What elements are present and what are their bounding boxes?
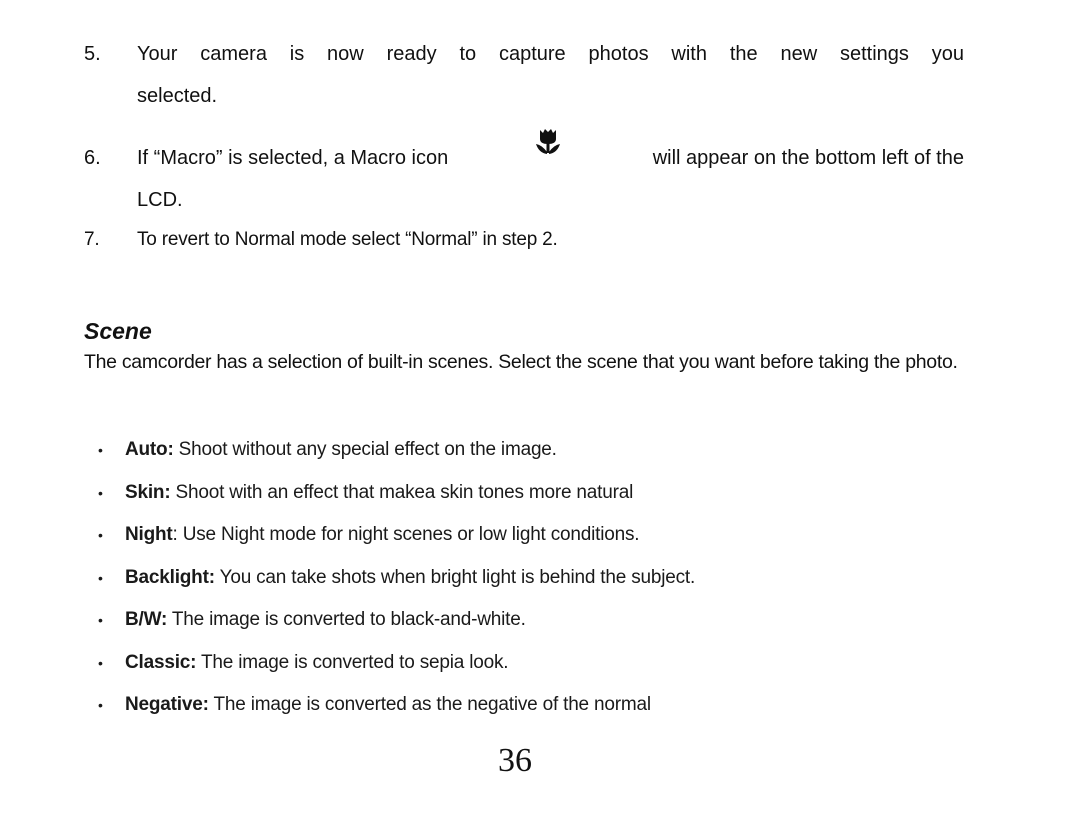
step-number: 7. [84,229,100,250]
scene-description: The image is converted as the negative o… [208,694,651,715]
step-text-before-icon: If “Macro” is selected, a Macro icon [137,147,449,169]
step-text-after-icon: will appear on the bottom left of the [652,147,964,169]
step-text-line2: selected. [137,85,218,107]
bullet-icon: • [98,442,103,458]
step-text: To revert to Normal mode select “Normal”… [137,229,558,250]
scene-term: Backlight: [125,566,215,588]
list-item: • Skin: Shoot with an effect that makea s… [98,473,695,516]
scene-term: Night [125,524,173,545]
scene-term: Skin: [125,481,171,503]
list-item: • Classic: The image is converted to sepi… [98,643,695,686]
bullet-icon: • [98,654,103,671]
scene-term: Classic: [125,651,197,673]
section-heading: Scene [84,318,152,344]
list-item: • Negative: The image is converted as the… [98,685,695,728]
scene-list: • Auto: Shoot without any special effect … [98,430,695,728]
bullet-icon: • [98,612,103,628]
step-5: 5. Your camera is now ready to capture p… [84,33,964,117]
scene-description: You can take shots when bright light is … [214,566,696,588]
step-number: 5. [84,43,101,65]
step-text-line2: LCD. [137,189,183,211]
list-item: • Auto: Shoot without any special effect … [98,430,695,473]
scene-description: Shoot with an effect that makea skin ton… [170,481,634,503]
step-number: 6. [84,147,101,169]
step-text-line1: Your camera is now ready to capture phot… [137,43,964,65]
scene-term: Auto: [125,439,174,460]
bullet-icon: • [98,569,103,586]
bullet-icon: • [98,527,103,543]
section-description: The camcorder has a selection of built-i… [84,351,958,373]
list-item: • B/W: The image is converted to black-an… [98,600,695,643]
step-7: 7. To revert to Normal mode select “Norm… [84,220,964,260]
list-item: • Backlight: You can take shots when brig… [98,558,695,601]
scene-description: The image is converted to black-and-whit… [167,609,526,630]
scene-description: The image is converted to sepia look. [196,651,509,673]
list-item: • Night: Use Night mode for night scenes … [98,515,695,558]
bullet-icon: • [98,484,103,501]
scene-description: : Use Night mode for night scenes or low… [172,524,640,545]
scene-term: B/W: [125,609,168,630]
step-6: 6. If “Macro” is selected, a Macro icon … [84,129,964,221]
bullet-icon: • [98,697,103,713]
scene-description: Shoot without any special effect on the … [173,439,557,460]
page-number: 36 [498,742,532,779]
scene-term: Negative: [125,694,209,715]
macro-flower-icon [534,127,562,157]
